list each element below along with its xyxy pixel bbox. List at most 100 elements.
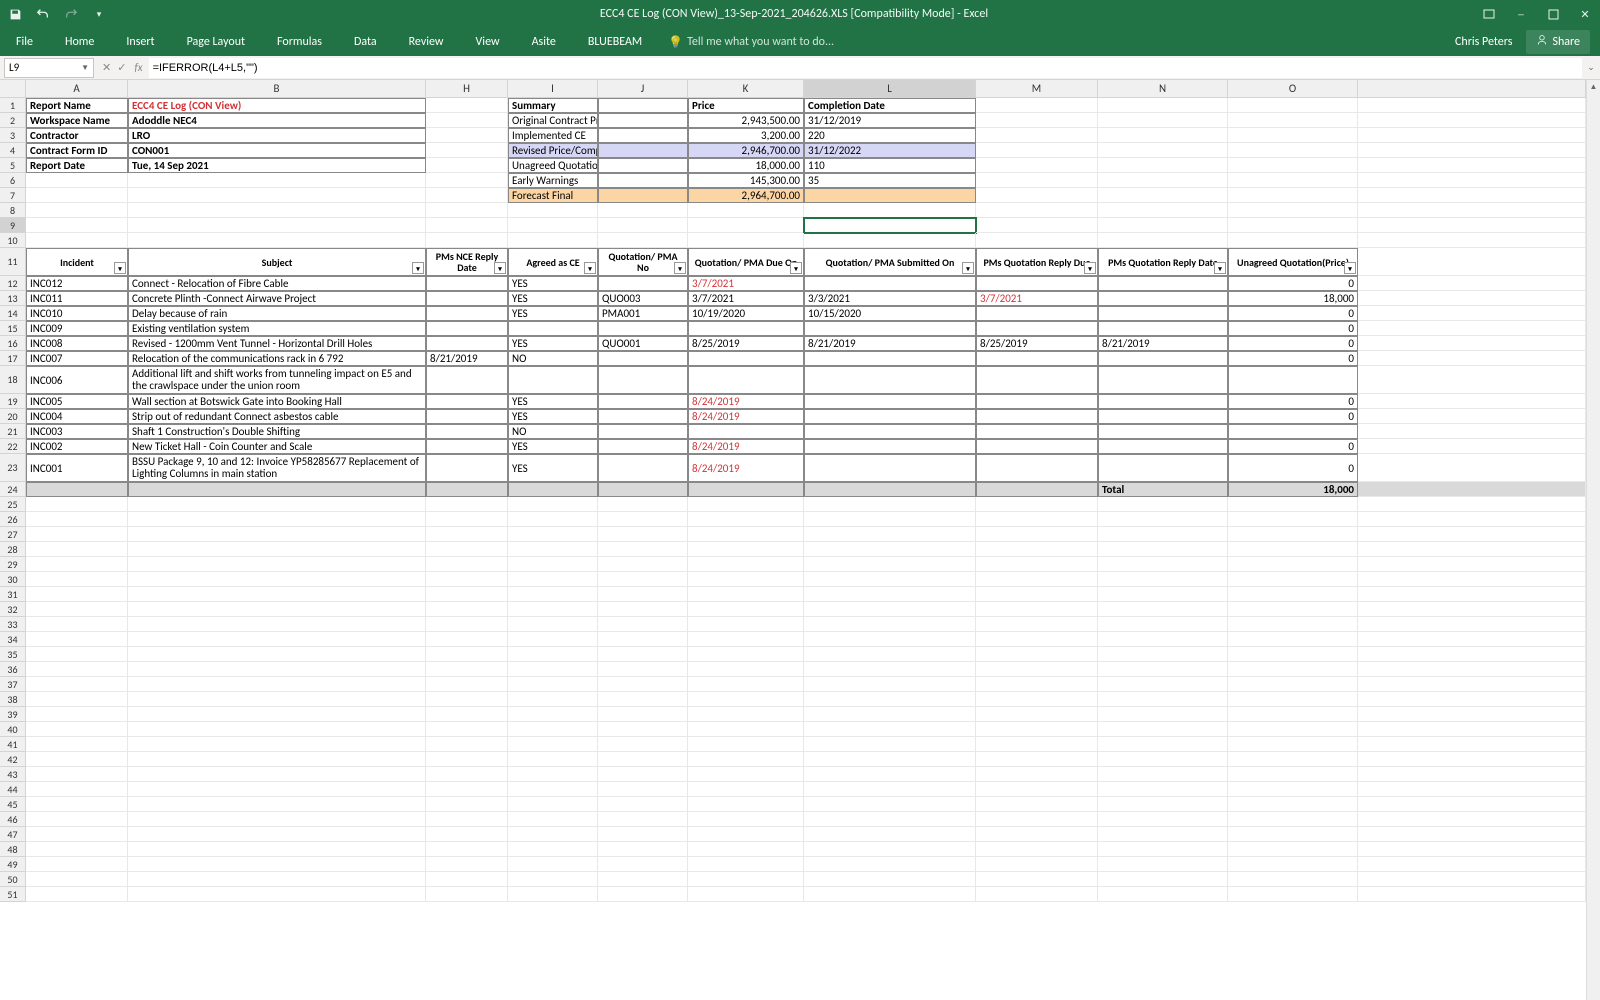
cell-B47[interactable]: [128, 827, 426, 842]
cell-I8[interactable]: [508, 203, 598, 218]
cell-B2[interactable]: Adoddle NEC4: [128, 113, 426, 128]
cell-H25[interactable]: [426, 497, 508, 512]
cell-M31[interactable]: [976, 587, 1098, 602]
cell-H46[interactable]: [426, 812, 508, 827]
cell-I27[interactable]: [508, 527, 598, 542]
cell-J32[interactable]: [598, 602, 688, 617]
cell-L19[interactable]: [804, 394, 976, 409]
cell-B17[interactable]: Relocation of the communications rack in…: [128, 351, 426, 366]
cell-A14[interactable]: INC010: [26, 306, 128, 321]
cell-B14[interactable]: Delay because of rain: [128, 306, 426, 321]
name-box[interactable]: L9 ▼: [4, 58, 94, 78]
cell-B28[interactable]: [128, 542, 426, 557]
cell-I22[interactable]: YES: [508, 439, 598, 454]
cell-L24[interactable]: [804, 482, 976, 497]
row-header[interactable]: 19: [0, 394, 26, 409]
cell-J4[interactable]: [598, 143, 688, 158]
cell-J49[interactable]: [598, 857, 688, 872]
cell-K39[interactable]: [688, 707, 804, 722]
cell-A45[interactable]: [26, 797, 128, 812]
cell-I43[interactable]: [508, 767, 598, 782]
cell-K50[interactable]: [688, 872, 804, 887]
cell-J25[interactable]: [598, 497, 688, 512]
cell-A50[interactable]: [26, 872, 128, 887]
cell-A44[interactable]: [26, 782, 128, 797]
cell-M17[interactable]: [976, 351, 1098, 366]
cell-N27[interactable]: [1098, 527, 1228, 542]
cell-L38[interactable]: [804, 692, 976, 707]
cell-N37[interactable]: [1098, 677, 1228, 692]
row-header[interactable]: 8: [0, 203, 26, 218]
cell-B7[interactable]: [128, 188, 426, 203]
spreadsheet-grid[interactable]: ABHIJKLMNO 12345678910111213141516171819…: [0, 80, 1600, 1000]
row-header[interactable]: 21: [0, 424, 26, 439]
cell-L12[interactable]: [804, 276, 976, 291]
cell-B36[interactable]: [128, 662, 426, 677]
cell-H47[interactable]: [426, 827, 508, 842]
cell-A26[interactable]: [26, 512, 128, 527]
cell-J36[interactable]: [598, 662, 688, 677]
cell-L15[interactable]: [804, 321, 976, 336]
cell-B16[interactable]: Revised - 1200mm Vent Tunnel - Horizonta…: [128, 336, 426, 351]
cell-A12[interactable]: INC012: [26, 276, 128, 291]
cell-A3[interactable]: Contractor: [26, 128, 128, 143]
cell-H35[interactable]: [426, 647, 508, 662]
cell-O11[interactable]: Unagreed Quotation(Price)▾: [1228, 248, 1358, 276]
cell-A17[interactable]: INC007: [26, 351, 128, 366]
cell-L4[interactable]: 31/12/2022: [804, 143, 976, 158]
cell-I51[interactable]: [508, 887, 598, 902]
cell-O17[interactable]: 0: [1228, 351, 1358, 366]
cell-K10[interactable]: [688, 233, 804, 248]
cell-I46[interactable]: [508, 812, 598, 827]
cell-N13[interactable]: [1098, 291, 1228, 306]
cell-L30[interactable]: [804, 572, 976, 587]
cell-L40[interactable]: [804, 722, 976, 737]
cell-I36[interactable]: [508, 662, 598, 677]
cell-O29[interactable]: [1228, 557, 1358, 572]
row-header[interactable]: 10: [0, 233, 26, 248]
cell-M14[interactable]: [976, 306, 1098, 321]
cell-O33[interactable]: [1228, 617, 1358, 632]
cell-I5[interactable]: Unagreed Quotations: [508, 158, 598, 173]
namebox-dropdown-icon[interactable]: ▼: [81, 63, 89, 73]
cell-I19[interactable]: YES: [508, 394, 598, 409]
cell-N17[interactable]: [1098, 351, 1228, 366]
cell-I34[interactable]: [508, 632, 598, 647]
save-icon[interactable]: [8, 7, 22, 21]
cell-I17[interactable]: NO: [508, 351, 598, 366]
cell-M30[interactable]: [976, 572, 1098, 587]
cell-I20[interactable]: YES: [508, 409, 598, 424]
cell-O16[interactable]: 0: [1228, 336, 1358, 351]
cell-L50[interactable]: [804, 872, 976, 887]
cell-K46[interactable]: [688, 812, 804, 827]
cell-N5[interactable]: [1098, 158, 1228, 173]
row-header[interactable]: 16: [0, 336, 26, 351]
cell-O34[interactable]: [1228, 632, 1358, 647]
cell-H8[interactable]: [426, 203, 508, 218]
cell-J17[interactable]: [598, 351, 688, 366]
cell-L44[interactable]: [804, 782, 976, 797]
cell-I45[interactable]: [508, 797, 598, 812]
cell-L27[interactable]: [804, 527, 976, 542]
cell-K48[interactable]: [688, 842, 804, 857]
cell-J35[interactable]: [598, 647, 688, 662]
cell-M33[interactable]: [976, 617, 1098, 632]
cell-N21[interactable]: [1098, 424, 1228, 439]
cell-H23[interactable]: [426, 454, 508, 482]
row-header[interactable]: 37: [0, 677, 26, 692]
cell-A34[interactable]: [26, 632, 128, 647]
cell-L22[interactable]: [804, 439, 976, 454]
cell-H42[interactable]: [426, 752, 508, 767]
cell-L5[interactable]: 110: [804, 158, 976, 173]
cell-L49[interactable]: [804, 857, 976, 872]
cell-M25[interactable]: [976, 497, 1098, 512]
maximize-icon[interactable]: [1546, 7, 1560, 21]
cell-L41[interactable]: [804, 737, 976, 752]
cell-J33[interactable]: [598, 617, 688, 632]
cell-H12[interactable]: [426, 276, 508, 291]
cell-I13[interactable]: YES: [508, 291, 598, 306]
row-header[interactable]: 30: [0, 572, 26, 587]
cell-K51[interactable]: [688, 887, 804, 902]
filter-button[interactable]: ▾: [584, 262, 596, 274]
row-header[interactable]: 46: [0, 812, 26, 827]
